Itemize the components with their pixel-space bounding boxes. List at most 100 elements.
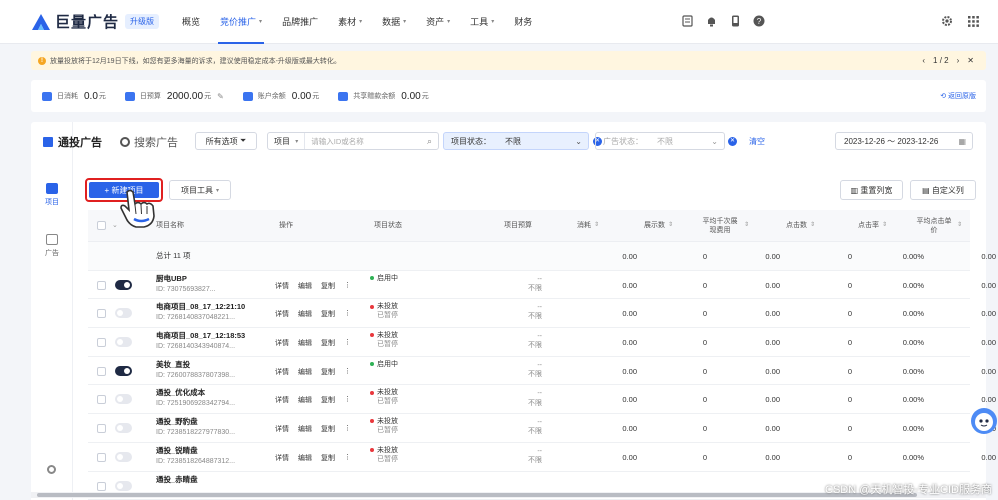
nav-item-1[interactable]: 竞价推广 ▾ — [210, 0, 272, 44]
row-checkbox[interactable] — [97, 338, 106, 348]
more-actions-icon[interactable]: ⋮ — [344, 309, 351, 319]
project-name[interactable]: 通投_锐睛盘 — [156, 446, 198, 455]
select-all-chevron-icon[interactable]: ⌄ — [112, 210, 118, 242]
col-cpc[interactable]: 平均点击单价 ⇕ — [914, 210, 962, 242]
row-checkbox[interactable] — [97, 366, 106, 376]
nav-item-7[interactable]: 财务 — [504, 0, 542, 44]
detail-link[interactable]: 详情 — [275, 309, 289, 319]
row-checkbox[interactable] — [97, 452, 106, 462]
edit-link[interactable]: 编辑 — [298, 395, 312, 405]
edit-link[interactable]: 编辑 — [298, 367, 312, 377]
bell-icon[interactable] — [704, 14, 718, 28]
project-name[interactable]: 厨电UBP — [156, 274, 187, 283]
row-checkbox[interactable] — [97, 309, 106, 319]
next-notice-icon[interactable]: › — [957, 56, 960, 65]
wallet-icon — [242, 91, 253, 101]
project-name[interactable]: 电商项目_08_17_12:21:10 — [156, 302, 245, 311]
project-tools-button[interactable]: 项目工具 ▾ — [169, 180, 231, 200]
back-to-old-version-link[interactable]: ⟲ 返回原版 — [940, 91, 976, 101]
status-toggle[interactable] — [115, 308, 132, 319]
document-icon[interactable] — [680, 14, 694, 28]
copy-link[interactable]: 复制 — [321, 338, 335, 348]
more-actions-icon[interactable]: ⋮ — [344, 453, 351, 463]
settings-icon[interactable] — [940, 14, 954, 28]
row-checkbox[interactable] — [97, 395, 106, 405]
ad-status-select[interactable]: 广告状态： 不限 ⌄ — [595, 132, 725, 150]
status-toggle[interactable] — [115, 394, 132, 405]
custom-columns-button[interactable]: ▤ 自定义列 — [910, 180, 976, 200]
all-options-filter[interactable]: 所有选项 ⏷ — [195, 132, 257, 150]
col-cpm[interactable]: 平均千次展现费用 ⇕ — [699, 210, 749, 242]
date-range-picker[interactable]: 2023-12-26 ～ 2023-12-26 ▦ — [835, 132, 973, 150]
nav-item-3[interactable]: 素材 ▾ — [328, 0, 372, 44]
copy-link[interactable]: 复制 — [321, 281, 335, 291]
detail-link[interactable]: 详情 — [275, 281, 289, 291]
more-actions-icon[interactable]: ⋮ — [344, 281, 351, 291]
col-ctr[interactable]: 点击率 ⇕ — [858, 210, 887, 242]
project-search-input[interactable]: 项目 ▾ 请输入ID或名称 ⌕ — [267, 132, 439, 150]
copy-link[interactable]: 复制 — [321, 424, 335, 434]
nav-item-6[interactable]: 工具 ▾ — [460, 0, 504, 44]
detail-link[interactable]: 详情 — [275, 395, 289, 405]
reset-column-width-button[interactable]: ▥ 重置列宽 — [840, 180, 903, 200]
sidebar-item-ad[interactable]: 广告 — [31, 234, 73, 258]
edit-link[interactable]: 编辑 — [298, 281, 312, 291]
more-actions-icon[interactable]: ⋮ — [344, 424, 351, 434]
copy-link[interactable]: 复制 — [321, 309, 335, 319]
phone-icon[interactable] — [728, 14, 742, 28]
search-ads-tab[interactable]: 搜索广告 — [120, 134, 178, 150]
status-toggle[interactable] — [115, 337, 132, 348]
col-cost[interactable]: 消耗 ⇕ — [577, 210, 599, 242]
project-status-select[interactable]: 项目状态： 不限 ⌄ ✕ — [443, 132, 602, 150]
status-toggle[interactable] — [115, 480, 132, 491]
scrollbar-thumb[interactable] — [37, 493, 917, 497]
nav-item-5[interactable]: 资产 ▾ — [416, 0, 460, 44]
nav-item-4[interactable]: 数据 ▾ — [372, 0, 416, 44]
edit-budget-icon[interactable]: ✎ — [217, 92, 224, 101]
col-impressions[interactable]: 展示数 ⇕ — [644, 210, 673, 242]
assistant-robot-icon[interactable] — [966, 404, 998, 436]
sidebar-item-project[interactable]: 项目 — [31, 183, 73, 207]
project-name[interactable]: 通投_野豹盘 — [156, 417, 198, 426]
apps-grid-icon[interactable] — [966, 14, 980, 28]
copy-link[interactable]: 复制 — [321, 453, 335, 463]
project-name[interactable]: 通投_赤睛盘 — [156, 475, 198, 484]
row-checkbox[interactable] — [97, 481, 106, 491]
clear-ad-status-icon[interactable]: ✕ — [728, 137, 737, 146]
edit-link[interactable]: 编辑 — [298, 453, 312, 463]
prev-notice-icon[interactable]: ‹ — [922, 56, 925, 65]
more-actions-icon[interactable]: ⋮ — [344, 338, 351, 348]
sidebar-bottom-icon[interactable] — [47, 465, 56, 474]
detail-link[interactable]: 详情 — [275, 338, 289, 348]
help-icon[interactable]: ? — [752, 14, 766, 28]
status-toggle[interactable] — [115, 279, 132, 290]
search-icon[interactable]: ⌕ — [427, 136, 432, 147]
copy-link[interactable]: 复制 — [321, 367, 335, 377]
edit-link[interactable]: 编辑 — [298, 424, 312, 434]
project-name[interactable]: 通投_优化成本 — [156, 388, 205, 397]
project-name[interactable]: 美妆_直投 — [156, 360, 190, 369]
project-name[interactable]: 电商项目_08_17_12:18:53 — [156, 331, 245, 340]
more-actions-icon[interactable]: ⋮ — [344, 367, 351, 377]
row-checkbox[interactable] — [97, 424, 106, 434]
panel-title[interactable]: 通投广告 — [43, 134, 102, 150]
nav-item-2[interactable]: 品牌推广 — [272, 0, 328, 44]
col-clicks[interactable]: 点击数 ⇕ — [786, 210, 815, 242]
detail-link[interactable]: 详情 — [275, 453, 289, 463]
edit-link[interactable]: 编辑 — [298, 309, 312, 319]
status-toggle[interactable] — [115, 423, 132, 434]
edit-link[interactable]: 编辑 — [298, 338, 312, 348]
logo[interactable]: 巨量广告 升级版 — [31, 11, 160, 32]
detail-link[interactable]: 详情 — [275, 424, 289, 434]
select-all-checkbox[interactable] — [97, 221, 106, 230]
copy-link[interactable]: 复制 — [321, 395, 335, 405]
status-toggle[interactable] — [115, 365, 132, 376]
nav-item-0[interactable]: 概览 — [172, 0, 210, 44]
project-select[interactable]: 项目 ▾ — [268, 133, 306, 149]
status-toggle[interactable] — [115, 451, 132, 462]
detail-link[interactable]: 详情 — [275, 367, 289, 377]
more-actions-icon[interactable]: ⋮ — [344, 395, 351, 405]
row-checkbox[interactable] — [97, 280, 106, 290]
close-notice-icon[interactable]: ✕ — [967, 56, 974, 65]
clear-filters-link[interactable]: 清空 — [749, 136, 765, 147]
